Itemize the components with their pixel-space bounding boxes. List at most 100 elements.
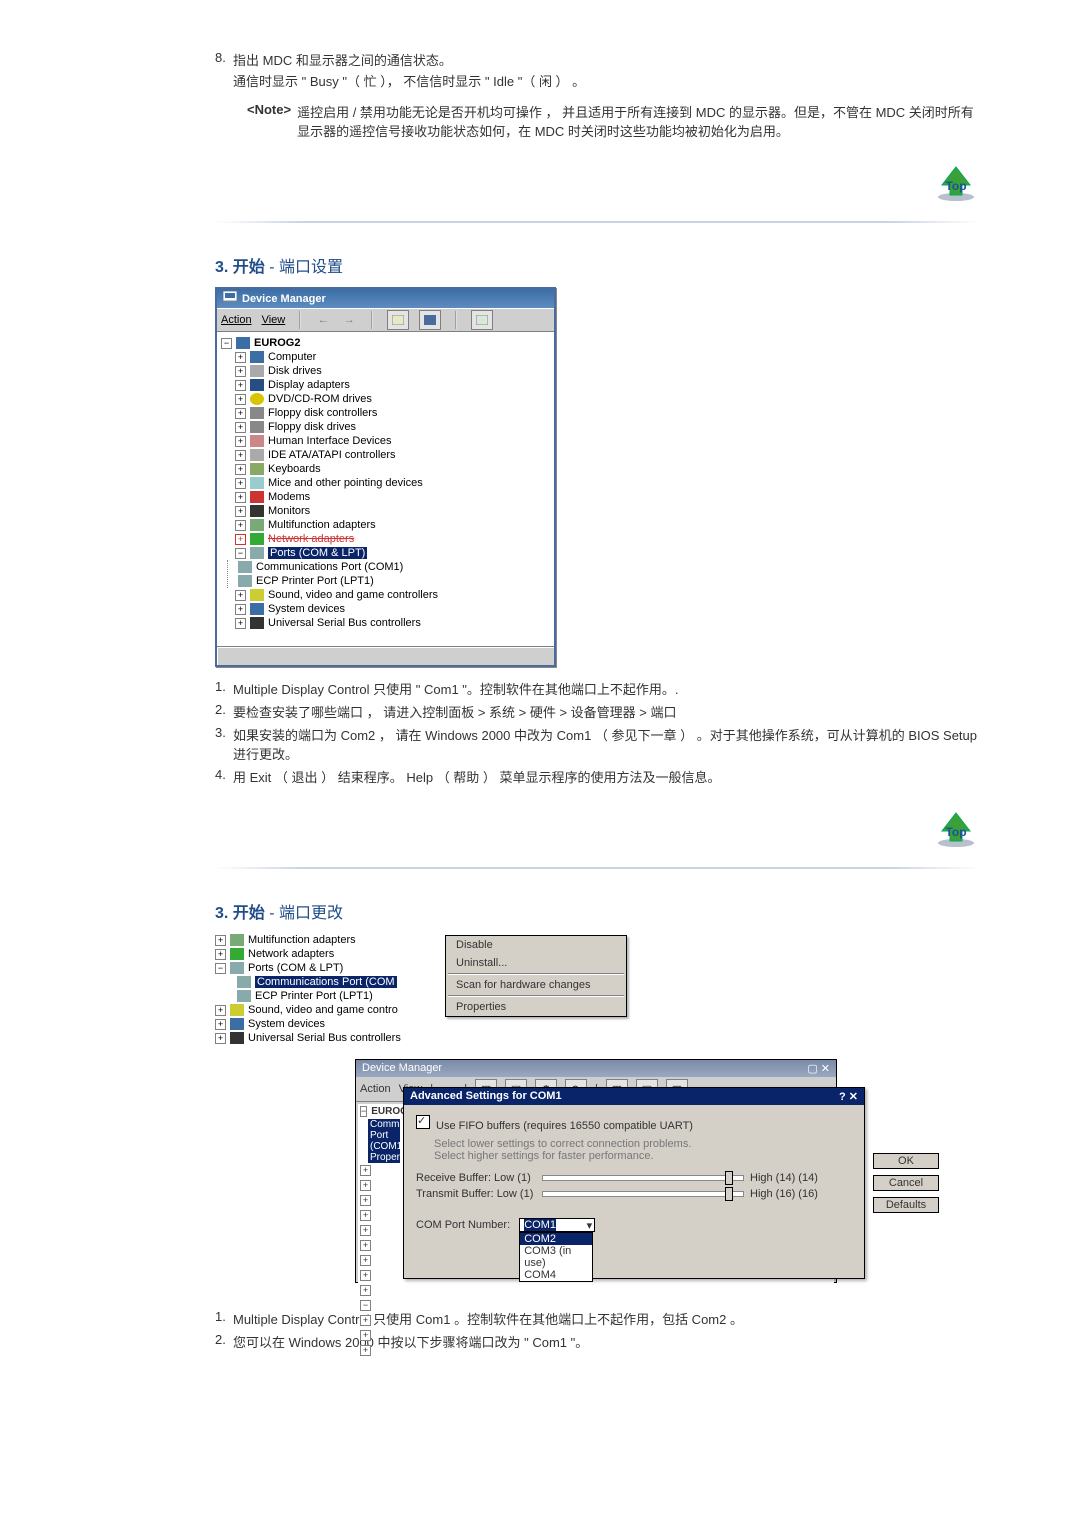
menu-view[interactable]: View — [262, 314, 286, 326]
forward-icon[interactable]: → — [341, 312, 357, 328]
tree-item[interactable]: Mice and other pointing devices — [268, 477, 423, 489]
collapse-icon[interactable]: − — [215, 963, 226, 974]
expand-icon[interactable]: + — [235, 422, 246, 433]
tree-item[interactable]: Ports (COM & LPT) — [248, 962, 343, 974]
ctx-scan[interactable]: Scan for hardware changes — [446, 976, 626, 994]
multifunction-icon — [230, 934, 244, 946]
note-text: 遥控启用 / 禁用功能无论是否开机均可操作 ， 并且适用于所有连接到 MDC 的… — [297, 102, 980, 140]
list-number: 1. — [215, 1309, 233, 1324]
section-port-settings-title: 3. 开始 - 端口设置 — [215, 253, 980, 277]
monitor-icon — [250, 505, 264, 517]
expand-icon[interactable]: + — [215, 1005, 226, 1016]
floppy-icon — [250, 407, 264, 419]
expand-icon[interactable]: + — [235, 464, 246, 475]
tree-item[interactable]: Universal Serial Bus controllers — [248, 1032, 401, 1044]
sound-icon — [230, 1004, 244, 1016]
tree-item[interactable]: Modems — [268, 491, 310, 503]
expand-icon[interactable]: + — [235, 450, 246, 461]
expand-icon[interactable]: + — [235, 590, 246, 601]
expand-icon[interactable]: + — [235, 618, 246, 629]
tree-item[interactable]: Monitors — [268, 505, 310, 517]
expand-icon[interactable]: + — [235, 380, 246, 391]
list-text: Multiple Display Control 只使用 " Com1 "。控制… — [233, 679, 980, 698]
ctx-disable[interactable]: Disable — [446, 936, 626, 954]
combo-option[interactable]: COM4 — [520, 1269, 592, 1281]
combo-option[interactable]: COM3 (in use) — [520, 1245, 592, 1269]
defaults-button[interactable]: Defaults — [873, 1197, 939, 1213]
expand-icon[interactable]: + — [235, 436, 246, 447]
tree-item[interactable]: Keyboards — [268, 463, 321, 475]
port-icon — [230, 962, 244, 974]
toolbar-btn-3[interactable] — [471, 310, 493, 330]
fifo-checkbox[interactable] — [416, 1115, 430, 1129]
expand-icon[interactable]: + — [215, 949, 226, 960]
back-icon[interactable]: ← — [315, 312, 331, 328]
list-text: 用 Exit （ 退出 ） 结束程序。 Help （ 帮助 ） 菜单显示程序的使… — [233, 767, 980, 786]
dlg-title: Advanced Settings for COM1 — [410, 1090, 562, 1103]
computer-icon — [223, 291, 237, 306]
tree-item[interactable]: System devices — [248, 1018, 325, 1030]
top-link[interactable]: Top — [932, 165, 980, 203]
tree-item[interactable]: Multifunction adapters — [248, 934, 356, 946]
tree-item[interactable]: Floppy disk controllers — [268, 407, 377, 419]
tree-item-ports[interactable]: Ports (COM & LPT) — [268, 547, 367, 559]
tree-item-sound[interactable]: Sound, video and game controllers — [268, 589, 438, 601]
expand-icon[interactable]: + — [215, 935, 226, 946]
com-port-dropdown: COM2 COM3 (in use) COM4 — [519, 1232, 593, 1282]
sound-icon — [250, 589, 264, 601]
cancel-button[interactable]: Cancel — [873, 1175, 939, 1191]
ctx-properties[interactable]: Properties — [446, 998, 626, 1016]
expand-icon[interactable]: + — [235, 506, 246, 517]
tree-item[interactable]: Computer — [268, 351, 316, 363]
tree-item[interactable]: Human Interface Devices — [268, 435, 392, 447]
transmit-high-label: High (16) (16) — [750, 1188, 818, 1200]
item8-line1: 指出 MDC 和显示器之间的通信状态。 — [233, 50, 452, 69]
tree-item[interactable]: Network adapters — [248, 948, 334, 960]
window-controls-icon[interactable]: ▢ ✕ — [807, 1062, 830, 1075]
expand-icon[interactable]: + — [235, 352, 246, 363]
tree-item-lpt1[interactable]: ECP Printer Port (LPT1) — [256, 575, 374, 587]
toolbar-btn-2[interactable] — [419, 310, 441, 330]
expand-icon[interactable]: + — [235, 604, 246, 615]
tree-item[interactable]: IDE ATA/ATAPI controllers — [268, 449, 396, 461]
tree-item[interactable]: ECP Printer Port (LPT1) — [255, 990, 373, 1002]
expand-icon[interactable]: + — [235, 478, 246, 489]
tree-item[interactable]: Disk drives — [268, 365, 322, 377]
tree-item-usb[interactable]: Universal Serial Bus controllers — [268, 617, 421, 629]
collapse-icon[interactable]: − — [221, 338, 232, 349]
tree-item[interactable]: Display adapters — [268, 379, 350, 391]
toolbar-sep — [371, 311, 373, 329]
section-port-change-title: 3. 开始 - 端口更改 — [215, 899, 980, 923]
network-icon — [250, 533, 264, 545]
tree-item-com1[interactable]: Communications Port (COM1) — [256, 561, 403, 573]
list-text: Multiple Display Control 只使用 Com1 。控制软件在… — [233, 1309, 980, 1328]
expand-icon[interactable]: + — [235, 492, 246, 503]
combo-option[interactable]: COM2 — [520, 1233, 592, 1245]
expand-icon[interactable]: + — [235, 520, 246, 531]
receive-slider[interactable] — [542, 1175, 744, 1181]
menu-action[interactable]: Action — [221, 314, 252, 326]
expand-icon[interactable]: + — [235, 366, 246, 377]
expand-icon[interactable]: + — [235, 534, 246, 545]
transmit-slider[interactable] — [542, 1191, 744, 1197]
tree-item[interactable]: DVD/CD-ROM drives — [268, 393, 372, 405]
note-block: <Note> 遥控启用 / 禁用功能无论是否开机均可操作 ， 并且适用于所有连接… — [247, 102, 980, 140]
dlg-close-icon[interactable]: ? ✕ — [839, 1090, 858, 1103]
tree-item[interactable]: Multifunction adapters — [268, 519, 376, 531]
com-port-combo[interactable]: COM1 — [519, 1218, 595, 1232]
tree-item[interactable]: Sound, video and game contro — [248, 1004, 398, 1016]
ok-button[interactable]: OK — [873, 1153, 939, 1169]
expand-icon[interactable]: + — [235, 394, 246, 405]
tree-item[interactable]: Floppy disk drives — [268, 421, 356, 433]
top-link[interactable]: Top — [932, 811, 980, 849]
menu-action[interactable]: Action — [360, 1083, 391, 1095]
tree-item-system[interactable]: System devices — [268, 603, 345, 615]
collapse-icon[interactable]: − — [235, 548, 246, 559]
expand-icon[interactable]: + — [215, 1019, 226, 1030]
tree-item-network[interactable]: Network adapters — [268, 533, 354, 545]
expand-icon[interactable]: + — [215, 1033, 226, 1044]
expand-icon[interactable]: + — [235, 408, 246, 419]
ctx-uninstall[interactable]: Uninstall... — [446, 954, 626, 972]
toolbar-btn-1[interactable] — [387, 310, 409, 330]
tree-item-com-selected[interactable]: Communications Port (COM — [255, 976, 397, 988]
